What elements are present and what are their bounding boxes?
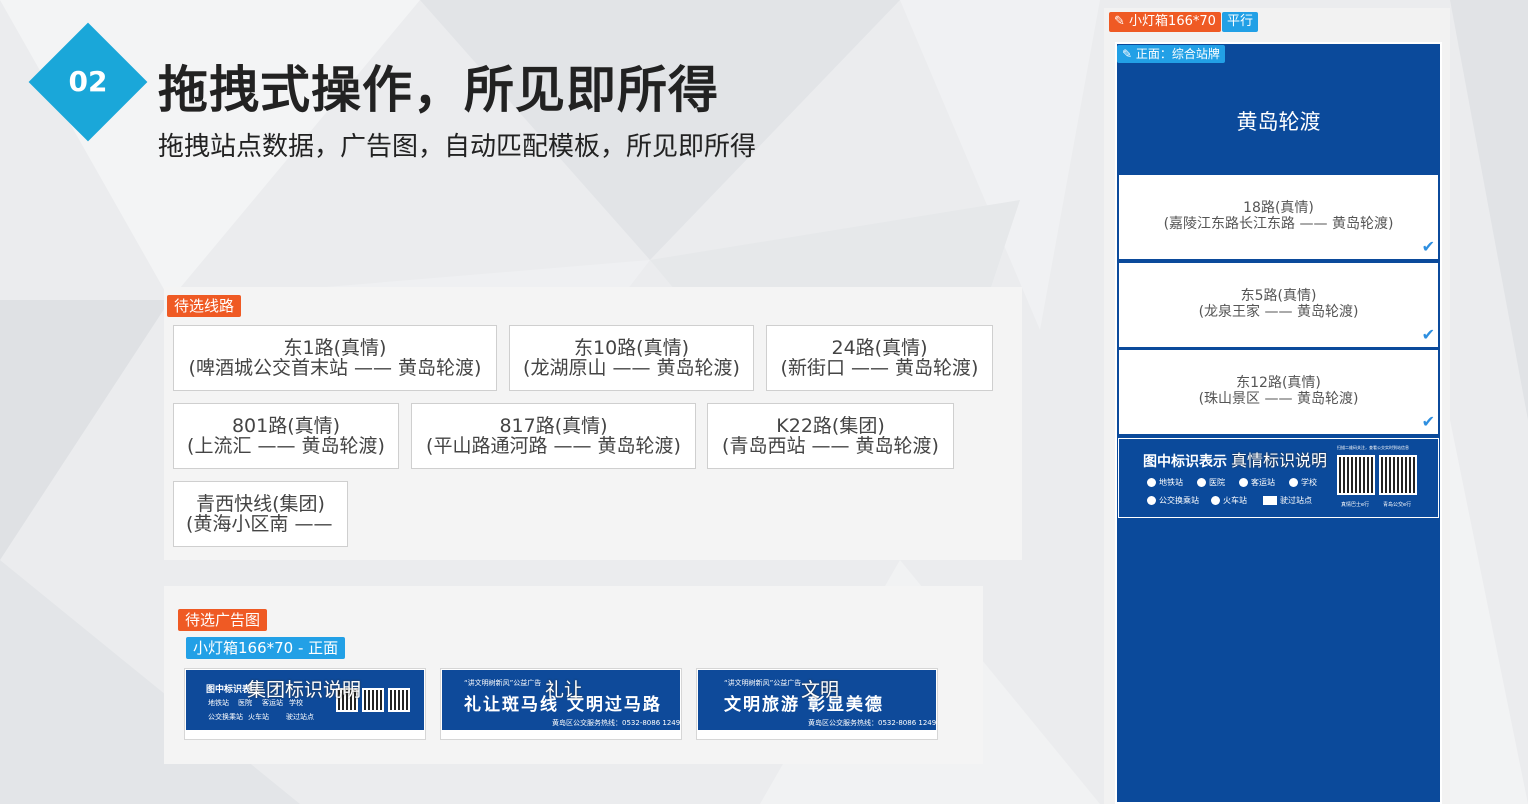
candidate-ads-panel: 待选广告图 小灯箱166*70 - 正面 图中标识表示 地铁站 医院 客运站 学…: [164, 586, 983, 764]
legend-dot-icon: [1147, 496, 1156, 505]
qr-label: 青岛公交e行: [1383, 502, 1412, 508]
qr-code-icon: [362, 688, 384, 712]
route-path: (啤酒城公交首末站 —— 黄岛轮渡): [188, 357, 482, 379]
legend-item: 客运站: [1239, 477, 1275, 488]
board-size-label: 小灯箱166*70: [1129, 14, 1216, 29]
parallel-tag[interactable]: 平行: [1222, 12, 1259, 32]
route-card[interactable]: 东1路(真情) (啤酒城公交首末站 —— 黄岛轮渡): [173, 325, 497, 391]
board-legend[interactable]: 图中标识表示 真情标识说明 地铁站 医院 客运站 学校 公交换乘站 火车站 驶过…: [1118, 438, 1439, 518]
legend-item: 火车站: [1211, 495, 1247, 506]
candidate-ads-tag: 待选广告图: [178, 609, 268, 631]
ad-legend-item: 公交换乘站: [208, 713, 243, 721]
route-name: 东1路(真情): [283, 337, 387, 359]
ad-footer: 黄岛区公交服务热线：0532-8086 1249: [552, 719, 680, 727]
ad-footer: 黄岛区公交服务热线：0532-8086 1249: [808, 719, 936, 727]
legend-dot-icon: [1289, 478, 1298, 487]
qr-code-icon: [388, 688, 410, 712]
route-name: 817路(真情): [499, 415, 608, 437]
qr-code-icon: [1379, 455, 1417, 495]
page-subtitle: 拖拽站点数据，广告图，自动匹配模板，所见即所得: [158, 132, 757, 162]
check-icon: ✔: [1421, 325, 1435, 344]
route-name: 18路(真情): [1243, 200, 1314, 216]
ad-card[interactable]: “讲文明树新风”公益广告 文明旅游 彰显美德 黄岛区公交服务热线：0532-80…: [696, 668, 938, 740]
route-path: (黄海小区南 ——: [186, 513, 333, 535]
route-name: K22路(集团): [776, 415, 885, 437]
ad-legend-item: 地铁站: [208, 699, 229, 707]
legend-dot-icon: [1239, 478, 1248, 487]
legend-dot-icon: [1211, 496, 1220, 505]
board-route-row[interactable]: 东12路(真情) (珠山景区 —— 黄岛轮渡) ✔: [1118, 349, 1439, 435]
route-path: (龙湖原山 —— 黄岛轮渡): [523, 357, 740, 379]
board-face-label: 正面：综合站牌: [1135, 47, 1220, 61]
candidate-routes-tag: 待选线路: [167, 295, 242, 317]
station-board: ✎ 正面：综合站牌 黄岛轮渡 18路(真情) (嘉陵江东路长江东路 —— 黄岛轮…: [1115, 42, 1442, 804]
legend-item: 医院: [1197, 477, 1225, 488]
qr-code-icon: [1337, 455, 1375, 495]
route-card[interactable]: 24路(真情) (新街口 —— 黄岛轮渡): [766, 325, 993, 391]
ad-overlay-label: 礼让: [545, 679, 584, 701]
route-name: 东10路(真情): [573, 337, 689, 359]
ad-campaign-label: “讲文明树新风”公益广告: [724, 679, 802, 687]
legend-dot-icon: [1197, 478, 1206, 487]
route-path: (嘉陵江东路长江东路 —— 黄岛轮渡): [1163, 216, 1394, 232]
qr-label: 真情巴士e行: [1341, 502, 1370, 508]
route-card[interactable]: 东10路(真情) (龙湖原山 —— 黄岛轮渡): [509, 325, 754, 391]
legend-title: 图中标识表示: [1143, 454, 1227, 470]
route-name: 青西快线(集团): [196, 493, 325, 515]
page-title: 拖拽式操作，所见即所得: [158, 61, 719, 119]
ad-campaign-label: “讲文明树新风”公益广告: [464, 679, 542, 687]
board-route-row[interactable]: 18路(真情) (嘉陵江东路长江东路 —— 黄岛轮渡) ✔: [1118, 174, 1439, 260]
route-name: 东12路(真情): [1236, 375, 1321, 391]
ad-legend-item: 火车站: [248, 713, 269, 721]
legend-item: 学校: [1289, 477, 1317, 488]
route-path: (珠山景区 —— 黄岛轮渡): [1198, 391, 1359, 407]
check-icon: ✔: [1421, 237, 1435, 256]
ad-legend-item: 驶过站点: [286, 713, 314, 721]
legend-overlay-label: 真情标识说明: [1231, 451, 1328, 470]
route-path: (上流汇 —— 黄岛轮渡): [187, 435, 385, 457]
ad-overlay-label: 文明: [801, 679, 840, 701]
board-face-tag[interactable]: ✎ 正面：综合站牌: [1117, 45, 1225, 63]
legend-item: 地铁站: [1147, 477, 1183, 488]
legend-item: 公交换乘站: [1147, 495, 1199, 506]
edit-icon: ✎: [1122, 47, 1133, 61]
route-name: 东5路(真情): [1240, 288, 1317, 304]
route-path: (青岛西站 —— 黄岛轮渡): [722, 435, 939, 457]
check-icon: ✔: [1421, 412, 1435, 431]
ad-overlay-label: 集团标识说明: [247, 679, 362, 701]
route-card[interactable]: 青西快线(集团) (黄海小区南 ——: [173, 481, 348, 547]
station-name: 黄岛轮渡: [1236, 110, 1321, 134]
route-card[interactable]: 817路(真情) (平山路通河路 —— 黄岛轮渡): [411, 403, 696, 469]
route-card[interactable]: K22路(集团) (青岛西站 —— 黄岛轮渡): [707, 403, 954, 469]
ad-card[interactable]: “讲文明树新风”公益广告 礼让斑马线 文明过马路 黄岛区公交服务热线：0532-…: [440, 668, 682, 740]
route-name: 24路(真情): [831, 337, 928, 359]
legend-dot-icon: [1147, 478, 1156, 487]
edit-icon: ✎: [1114, 14, 1125, 29]
legend-note: 扫描二维码关注，查看公交实时到站信息: [1337, 445, 1409, 450]
ad-size-tag[interactable]: 小灯箱166*70 - 正面: [186, 637, 346, 659]
legend-bar-icon: [1263, 496, 1277, 505]
board-route-row[interactable]: 东5路(真情) (龙泉王家 —— 黄岛轮渡) ✔: [1118, 262, 1439, 348]
route-name: 801路(真情): [231, 415, 341, 437]
route-card[interactable]: 801路(真情) (上流汇 —— 黄岛轮渡): [173, 403, 399, 469]
route-path: (平山路通河路 —— 黄岛轮渡): [426, 435, 681, 457]
ad-card[interactable]: 图中标识表示 地铁站 医院 客运站 学校 公交换乘站 火车站 驶过站点 集团标识…: [184, 668, 426, 740]
section-number: 02: [68, 65, 108, 98]
route-path: (新街口 —— 黄岛轮渡): [780, 357, 979, 379]
candidate-routes-panel: 待选线路 东1路(真情) (啤酒城公交首末站 —— 黄岛轮渡) 东10路(真情)…: [164, 287, 1022, 560]
board-size-tag[interactable]: ✎ 小灯箱166*70: [1109, 12, 1221, 32]
legend-item: 驶过站点: [1263, 495, 1312, 506]
route-path: (龙泉王家 —— 黄岛轮渡): [1198, 304, 1359, 320]
